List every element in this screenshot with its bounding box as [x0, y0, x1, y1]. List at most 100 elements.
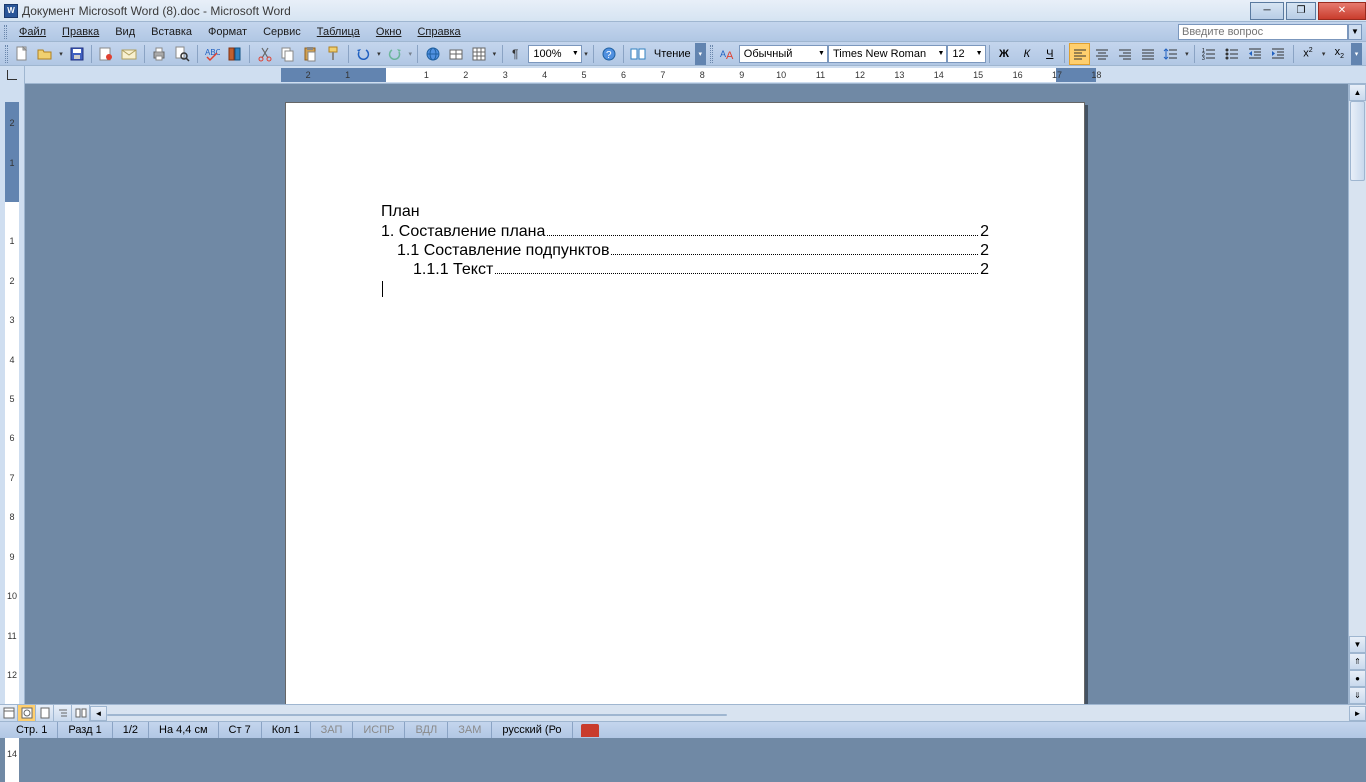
- align-justify-icon[interactable]: [1138, 43, 1159, 65]
- menu-edit[interactable]: Правка: [54, 24, 107, 40]
- status-ext[interactable]: ВДЛ: [405, 722, 448, 738]
- menu-file[interactable]: Файл: [11, 24, 54, 40]
- toc-line-2[interactable]: 1.1 Составление подпунктов 2: [381, 242, 989, 260]
- horizontal-ruler[interactable]: 21123456789101112131415161718: [25, 66, 1366, 83]
- horizontal-scrollbar[interactable]: ◄ ►: [90, 705, 1366, 721]
- document-canvas[interactable]: План 1. Составление плана 2 1.1 Составле…: [25, 84, 1366, 704]
- toc-line-3[interactable]: 1.1.1 Текст 2: [381, 261, 989, 279]
- menu-insert[interactable]: Вставка: [143, 24, 200, 40]
- doc-title[interactable]: План: [381, 203, 989, 221]
- tables-borders-icon[interactable]: [445, 43, 466, 65]
- research-icon[interactable]: [224, 43, 245, 65]
- reading-view-icon[interactable]: [72, 705, 90, 721]
- zoom-combo[interactable]: 100%▼: [528, 45, 581, 63]
- numbering-icon[interactable]: 123: [1199, 43, 1220, 65]
- line-spacing-icon[interactable]: [1161, 43, 1182, 65]
- status-rec[interactable]: ЗАП: [311, 722, 354, 738]
- scroll-right-icon[interactable]: ►: [1349, 706, 1366, 721]
- align-center-icon[interactable]: [1092, 43, 1113, 65]
- help-icon[interactable]: ?: [598, 43, 619, 65]
- text-cursor-line[interactable]: [381, 280, 989, 298]
- status-pages[interactable]: 1/2: [113, 722, 149, 738]
- toolbar2-grip[interactable]: [710, 45, 713, 63]
- ask-input[interactable]: [1178, 24, 1348, 40]
- decrease-indent-icon[interactable]: [1245, 43, 1266, 65]
- status-lang[interactable]: русский (Ро: [492, 722, 572, 738]
- email-icon[interactable]: [119, 43, 140, 65]
- reading-layout-icon[interactable]: [628, 43, 649, 65]
- align-right-icon[interactable]: [1115, 43, 1136, 65]
- status-section[interactable]: Разд 1: [58, 722, 112, 738]
- undo-dropdown[interactable]: ▾: [375, 43, 384, 65]
- fontsize-combo[interactable]: 12▼: [947, 45, 985, 63]
- format-painter-icon[interactable]: [323, 43, 344, 65]
- bullets-icon[interactable]: [1222, 43, 1243, 65]
- scroll-left-icon[interactable]: ◄: [90, 706, 107, 721]
- vertical-ruler[interactable]: 211234567891011121314: [0, 84, 25, 704]
- underline-icon[interactable]: Ч: [1039, 43, 1060, 65]
- page[interactable]: План 1. Составление плана 2 1.1 Составле…: [285, 102, 1085, 704]
- show-formatting-icon[interactable]: ¶: [507, 43, 528, 65]
- menu-service[interactable]: Сервис: [255, 24, 309, 40]
- vertical-scrollbar[interactable]: ▲ ▼ ⇑ ● ⇓: [1348, 84, 1366, 704]
- styles-pane-icon[interactable]: AA: [717, 43, 738, 65]
- menu-window[interactable]: Окно: [368, 24, 410, 40]
- italic-icon[interactable]: К: [1016, 43, 1037, 65]
- super-dropdown[interactable]: ▾: [1319, 43, 1328, 65]
- status-at[interactable]: На 4,4 см: [149, 722, 219, 738]
- font-combo[interactable]: Times New Roman▼: [828, 45, 947, 63]
- toolbar2-overflow[interactable]: ▾: [1351, 43, 1362, 65]
- redo-icon[interactable]: [384, 43, 405, 65]
- align-left-icon[interactable]: [1069, 43, 1090, 65]
- subscript-icon[interactable]: x2: [1329, 43, 1350, 65]
- print-layout-view-icon[interactable]: [36, 705, 54, 721]
- bold-icon[interactable]: Ж: [994, 43, 1015, 65]
- save-icon[interactable]: [66, 43, 87, 65]
- browse-object-icon[interactable]: ●: [1349, 670, 1366, 687]
- style-combo[interactable]: Обычный▼: [739, 45, 828, 63]
- status-ovr[interactable]: ЗАМ: [448, 722, 492, 738]
- next-page-icon[interactable]: ⇓: [1349, 687, 1366, 704]
- print-preview-icon[interactable]: [172, 43, 193, 65]
- status-line[interactable]: Ст 7: [219, 722, 262, 738]
- normal-view-icon[interactable]: [0, 705, 18, 721]
- zoom-dropdown[interactable]: ▾: [582, 43, 591, 65]
- new-document-icon[interactable]: [12, 43, 33, 65]
- status-trk[interactable]: ИСПР: [353, 722, 405, 738]
- status-page[interactable]: Стр. 1: [6, 722, 58, 738]
- toolbar1-overflow[interactable]: ▾: [695, 43, 706, 65]
- redo-dropdown[interactable]: ▾: [406, 43, 415, 65]
- cut-icon[interactable]: [254, 43, 275, 65]
- open-icon[interactable]: [35, 43, 56, 65]
- menubar-grip[interactable]: [4, 25, 7, 39]
- scroll-down-icon[interactable]: ▼: [1349, 636, 1366, 653]
- table-dropdown[interactable]: ▾: [490, 43, 499, 65]
- prev-page-icon[interactable]: ⇑: [1349, 653, 1366, 670]
- scroll-up-icon[interactable]: ▲: [1349, 84, 1366, 101]
- ask-a-question[interactable]: ▼: [1178, 24, 1362, 40]
- toc-line-1[interactable]: 1. Составление плана 2: [381, 223, 989, 241]
- minimize-button[interactable]: ─: [1250, 2, 1284, 20]
- page-content[interactable]: План 1. Составление плана 2 1.1 Составле…: [286, 103, 1084, 298]
- increase-indent-icon[interactable]: [1268, 43, 1289, 65]
- paste-icon[interactable]: [300, 43, 321, 65]
- web-layout-view-icon[interactable]: [18, 705, 36, 721]
- vscroll-thumb[interactable]: [1350, 101, 1365, 181]
- menu-view[interactable]: Вид: [107, 24, 143, 40]
- reading-label[interactable]: Чтение: [650, 48, 695, 60]
- hscroll-thumb[interactable]: [107, 714, 727, 716]
- menu-help[interactable]: Справка: [409, 24, 468, 40]
- menu-table[interactable]: Таблица: [309, 24, 368, 40]
- restore-button[interactable]: ❐: [1286, 2, 1316, 20]
- toolbar1-grip[interactable]: [5, 45, 8, 63]
- spell-status-icon[interactable]: [581, 724, 599, 737]
- tab-selector[interactable]: [0, 66, 25, 84]
- undo-icon[interactable]: [353, 43, 374, 65]
- copy-icon[interactable]: [277, 43, 298, 65]
- close-button[interactable]: ✕: [1318, 2, 1366, 20]
- print-icon[interactable]: [149, 43, 170, 65]
- insert-table-icon[interactable]: [468, 43, 489, 65]
- open-dropdown[interactable]: ▾: [57, 43, 66, 65]
- superscript-icon[interactable]: x2: [1298, 43, 1319, 65]
- ask-dropdown-icon[interactable]: ▼: [1348, 24, 1362, 40]
